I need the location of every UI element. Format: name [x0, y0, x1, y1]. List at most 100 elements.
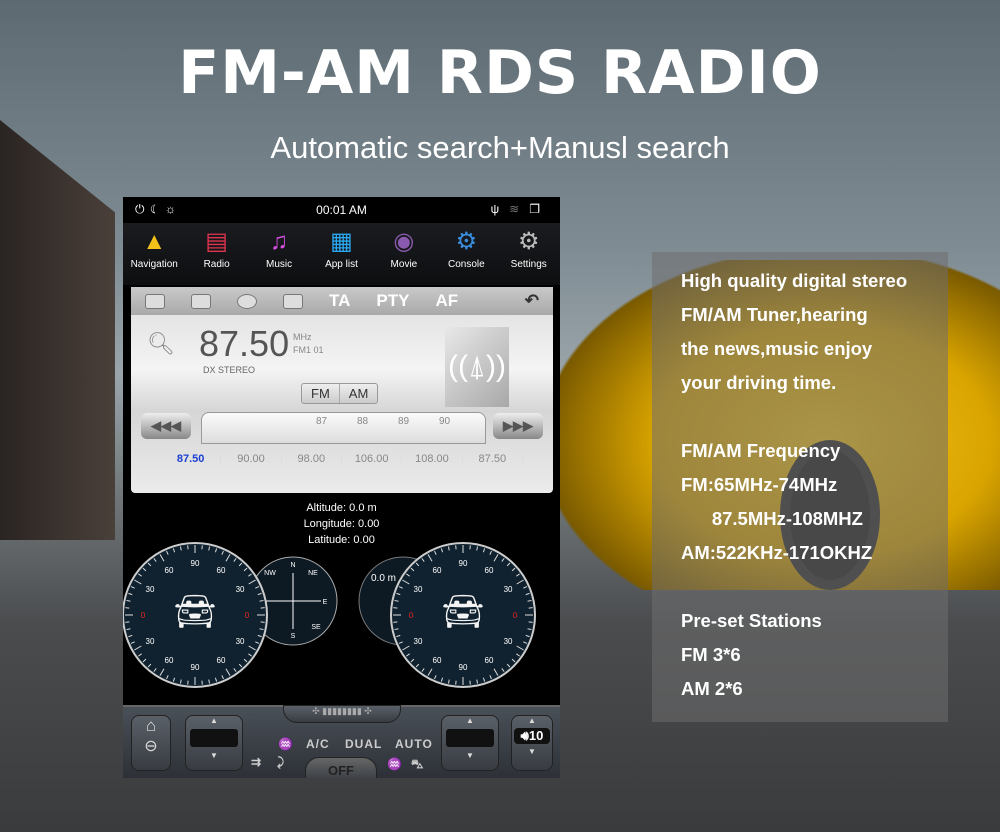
status-bar: ⏻☾☼ 00:01 AM ψ≋❐	[123, 197, 560, 223]
search-icon[interactable]: 🔍︎	[147, 331, 175, 357]
keypad-icon[interactable]	[283, 293, 303, 309]
max-defrost-icon[interactable]: ♒	[387, 757, 403, 771]
back-icon[interactable]: ↶	[525, 291, 539, 311]
seek-forward-button[interactable]: ▶▶▶	[493, 413, 543, 439]
app-label: Radio	[203, 259, 230, 270]
tuning-dial[interactable]: 87 88 89 90	[201, 412, 486, 444]
app-app-list[interactable]: ▦ App list	[310, 223, 372, 285]
fm-button[interactable]: FM	[302, 384, 340, 403]
app-label: Settings	[510, 259, 547, 270]
gauge-label: 60	[165, 656, 174, 665]
auto-button[interactable]: AUTO	[395, 737, 433, 751]
app-radio[interactable]: ▤ Radio	[185, 223, 247, 285]
band-preset: FM1 01	[293, 345, 324, 355]
gauge-label: 30	[146, 585, 155, 594]
info-line: FM 3*6	[681, 644, 741, 665]
scan-icon[interactable]	[237, 293, 257, 309]
usb-icon: ψ	[490, 202, 510, 216]
roll-gauge: 90 60 30 0 30 60 90 60 30 0 30 60 🚘︎	[390, 542, 536, 688]
af-button[interactable]: AF	[435, 291, 458, 311]
app-music[interactable]: ♫ Music	[248, 223, 310, 285]
movie-icon: ◉	[393, 228, 415, 255]
compass-label: E	[323, 599, 328, 606]
preset-station[interactable]: 87.50	[463, 453, 523, 465]
gauge-label: 0	[141, 611, 146, 620]
recent-apps-icon[interactable]: ❐	[529, 202, 550, 216]
radio-panel: TA PTY AF ↶ 🔍︎ 87.50 MHz FM1 01 DX STEREO…	[131, 287, 553, 493]
ta-button[interactable]: TA	[329, 291, 350, 311]
headline: FM-AM RDS RADIO	[178, 38, 822, 108]
gauge-label: 90	[191, 559, 200, 568]
unit: MHz	[293, 332, 312, 342]
preset-station[interactable]: 108.00	[402, 453, 463, 465]
volume-icon: 🔊︎	[520, 728, 529, 743]
app-label: Navigation	[130, 259, 178, 270]
gauge-label: 0	[513, 611, 518, 620]
gauge-label: 60	[485, 656, 494, 665]
gauge-label: 30	[414, 637, 423, 646]
barn-background	[0, 120, 115, 540]
longitude-value: 0.00	[358, 518, 380, 530]
app-list-icon: ▦	[330, 228, 353, 255]
feature-panel: High quality digital stereo FM/AM Tuner,h…	[652, 252, 948, 722]
defrost-icon[interactable]: ♒	[278, 737, 294, 751]
info-line: FM:65MHz-74MHz	[681, 474, 838, 495]
info-line: Pre-set Stations	[681, 610, 822, 631]
seek-back-button[interactable]: ◀◀◀	[141, 413, 191, 439]
fan-speed-slider[interactable]: ✣ ▮▮▮▮▮▮▮▮ ✣	[283, 705, 401, 723]
app-label: Movie	[390, 259, 418, 270]
off-button[interactable]: OFF	[305, 757, 377, 778]
dial-label: 89	[398, 416, 410, 427]
gauge-label: 60	[217, 566, 226, 575]
home-back-buttons: ⌂ ⊖	[131, 715, 171, 771]
rear-car-image: 🚘︎	[441, 593, 484, 631]
info-line: the news,music enjoy	[681, 338, 873, 359]
frequency-display: 87.50	[199, 323, 290, 364]
dual-button[interactable]: DUAL	[345, 737, 382, 751]
altimeter-value: 0.0 m	[371, 573, 396, 584]
preset-station[interactable]: 90.00	[221, 453, 282, 465]
am-button[interactable]: AM	[340, 384, 378, 403]
speaker-icon[interactable]	[191, 293, 211, 309]
altitude-label: Altitude:	[306, 502, 347, 514]
gauge-label: 30	[236, 585, 245, 594]
ac-button[interactable]: A/C	[306, 737, 330, 751]
home-icon[interactable]: ⌂	[132, 716, 170, 736]
app-console[interactable]: ⚙ Console	[435, 223, 497, 285]
radio-icon: ▤	[205, 228, 228, 255]
preset-station[interactable]: 87.50	[161, 453, 222, 465]
pty-button[interactable]: PTY	[376, 291, 409, 311]
recirculation-icon[interactable]: ⛍	[411, 757, 424, 773]
gauge-label: 60	[165, 566, 174, 575]
altitude-value: 0.0 m	[349, 502, 377, 514]
pitch-gauge: 90 60 30 0 30 60 90 60 30 0 30 60 🚘︎	[123, 542, 268, 688]
back-arrow-icon[interactable]: ⊖	[132, 736, 170, 756]
left-temp-control[interactable]: ▲ ▼	[185, 715, 243, 771]
signal-flags: DX STEREO	[203, 365, 256, 375]
gauge-label: 90	[191, 663, 200, 672]
preset-station[interactable]: 106.00	[342, 453, 403, 465]
gauge-label: 60	[217, 656, 226, 665]
gauge-label: 30	[504, 637, 513, 646]
radio-toolbar: TA PTY AF ↶	[131, 287, 553, 315]
gauge-label: 0	[245, 611, 250, 620]
equalizer-icon[interactable]	[145, 293, 165, 309]
airflow-icon[interactable]: ⇉	[251, 755, 262, 769]
right-temp-control[interactable]: ▲ ▼	[441, 715, 499, 771]
app-label: App list	[325, 259, 358, 270]
seat-airflow-icon[interactable]: ⤸	[277, 755, 285, 770]
info-line: AM:522KHz-171OKHZ	[681, 542, 873, 563]
preset-list: 87.50 90.00 98.00 106.00 108.00 87.50	[161, 453, 523, 465]
navigation-icon: ▲	[142, 228, 167, 255]
app-navigation[interactable]: ▲ Navigation	[123, 223, 185, 285]
app-settings[interactable]: ⚙ Settings	[498, 223, 560, 285]
app-movie[interactable]: ◉ Movie	[373, 223, 435, 285]
gauge-label: 30	[146, 637, 155, 646]
volume-control[interactable]: ▲ 🔊︎10 ▼	[511, 715, 553, 771]
info-line: FM/AM Tuner,hearing	[681, 304, 868, 325]
compass-label: NE	[308, 570, 318, 577]
settings-icon: ⚙	[517, 228, 540, 255]
preset-station[interactable]: 98.00	[282, 453, 342, 465]
info-line: AM 2*6	[681, 678, 743, 699]
dial-label: 88	[357, 416, 369, 427]
